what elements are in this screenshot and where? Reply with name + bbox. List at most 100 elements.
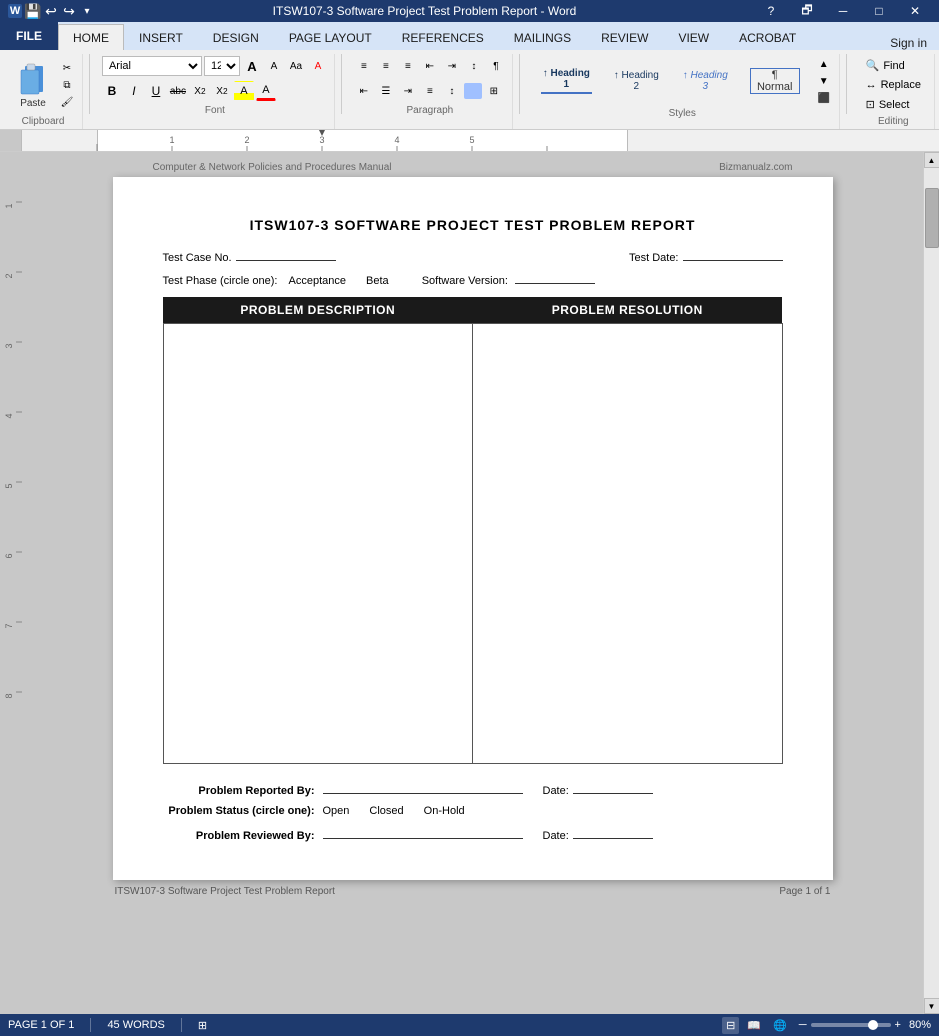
tab-review[interactable]: REVIEW	[586, 24, 663, 50]
status-bar: PAGE 1 OF 1 45 WORDS ⊞ ⊟ 📖 🌐 ─ + 80%	[0, 1014, 939, 1036]
scroll-thumb[interactable]	[925, 188, 939, 248]
line-spacing-button[interactable]: ↕	[442, 81, 462, 101]
font-family-select[interactable]: Arial	[102, 56, 202, 76]
problem-resolution-cell[interactable]	[473, 324, 783, 764]
styles-scroll-up[interactable]: ▲	[815, 56, 833, 72]
style-heading2[interactable]: ↑ Heading 2	[603, 67, 670, 95]
svg-text:4: 4	[4, 413, 14, 418]
problem-reviewed-line[interactable]	[323, 825, 523, 839]
font-color-button[interactable]: A	[256, 81, 276, 101]
zoom-control[interactable]: ─ + 80%	[799, 1019, 931, 1031]
print-layout-view-button[interactable]: ⊟	[722, 1017, 739, 1034]
paragraph-group: ≡ ≡ ≡ ⇤ ⇥ ↕ ¶ ⇤ ☰ ⇥ ≡ ↕ ⊞ Paragraph	[348, 54, 513, 129]
decrease-indent-button[interactable]: ⇤	[420, 56, 440, 76]
styles-scroll-down[interactable]: ▼	[815, 73, 833, 89]
zoom-slider[interactable]	[811, 1023, 891, 1027]
change-case-button[interactable]: Aa	[286, 56, 306, 76]
find-button[interactable]: 🔍 Find	[859, 56, 928, 75]
superscript-button[interactable]: X2	[212, 81, 232, 101]
shrink-font-button[interactable]: A	[264, 56, 284, 76]
increase-indent-button[interactable]: ⇥	[442, 56, 462, 76]
italic-button[interactable]: I	[124, 81, 144, 101]
tab-insert[interactable]: INSERT	[124, 24, 198, 50]
justify-button[interactable]: ≡	[420, 81, 440, 101]
close-button[interactable]: ✕	[899, 0, 931, 22]
copy-button[interactable]: ⧉	[58, 77, 76, 93]
multilevel-button[interactable]: ≡	[398, 56, 418, 76]
show-hide-button[interactable]: ¶	[486, 56, 506, 76]
strikethrough-button[interactable]: abc	[168, 81, 188, 101]
divider-2	[341, 54, 342, 114]
tab-mailings[interactable]: MAILINGS	[499, 24, 586, 50]
scroll-down-arrow[interactable]: ▼	[924, 998, 939, 1014]
doc-scroll-area[interactable]: Computer & Network Policies and Procedur…	[22, 152, 923, 1014]
bullets-button[interactable]: ≡	[354, 56, 374, 76]
sort-button[interactable]: ↕	[464, 56, 484, 76]
quick-save-icon[interactable]: 💾	[26, 4, 40, 18]
test-date-line[interactable]	[683, 247, 783, 261]
reported-date-line[interactable]	[573, 780, 653, 794]
shading-button[interactable]	[464, 83, 482, 99]
select-icon: ⊡	[866, 98, 875, 111]
quick-custom-icon[interactable]: ▾	[80, 4, 94, 18]
help-button[interactable]: ?	[755, 0, 787, 22]
underline-button[interactable]: U	[146, 81, 166, 101]
reviewed-date-line[interactable]	[573, 825, 653, 839]
quick-redo-icon[interactable]: ↪	[62, 4, 76, 18]
bold-button[interactable]: B	[102, 81, 122, 101]
font-label: Font	[205, 105, 225, 116]
borders-button[interactable]: ⊞	[484, 81, 504, 101]
cut-button[interactable]: ✂	[58, 60, 76, 76]
font-size-select[interactable]: 12	[204, 56, 240, 76]
status-options: Open Closed On-Hold	[323, 805, 465, 817]
scroll-up-arrow[interactable]: ▲	[924, 152, 939, 168]
page-footer-left: ITSW107-3 Software Project Test Problem …	[115, 886, 335, 897]
tab-view[interactable]: VIEW	[663, 24, 724, 50]
beta-option: Beta	[366, 275, 389, 287]
numbering-button[interactable]: ≡	[376, 56, 396, 76]
restore-down-button[interactable]: 🗗	[791, 0, 823, 22]
svg-text:1: 1	[169, 135, 174, 145]
select-button[interactable]: ⊡ Select	[859, 95, 928, 114]
tab-acrobat[interactable]: ACROBAT	[724, 24, 811, 50]
test-case-line[interactable]	[236, 247, 336, 261]
grow-font-button[interactable]: A	[242, 56, 262, 76]
tab-page-layout[interactable]: PAGE LAYOUT	[274, 24, 387, 50]
format-painter-button[interactable]: 🖌	[58, 94, 76, 110]
align-center-button[interactable]: ☰	[376, 81, 396, 101]
zoom-in-button[interactable]: +	[895, 1019, 901, 1031]
maximize-button[interactable]: □	[863, 0, 895, 22]
align-left-button[interactable]: ⇤	[354, 81, 374, 101]
style-heading3[interactable]: ↑ Heading 3	[672, 67, 739, 95]
styles-expand[interactable]: ⬛	[815, 90, 833, 106]
problem-reported-line[interactable]	[323, 780, 523, 794]
replace-button[interactable]: ↔ Replace	[859, 76, 928, 94]
ruler-main[interactable]: 1 2 3 4 5	[22, 130, 939, 151]
paste-button[interactable]: Paste	[10, 57, 56, 114]
align-right-button[interactable]: ⇥	[398, 81, 418, 101]
web-layout-button[interactable]: 🌐	[769, 1017, 791, 1034]
tab-home[interactable]: HOME	[58, 24, 124, 50]
tab-references[interactable]: REFERENCES	[387, 24, 499, 50]
window-title: ITSW107-3 Software Project Test Problem …	[273, 4, 577, 18]
tab-file[interactable]: FILE	[0, 22, 58, 50]
page-header-area: Computer & Network Policies and Procedur…	[113, 162, 833, 173]
scroll-track[interactable]	[924, 168, 939, 998]
read-mode-button[interactable]: 📖	[743, 1017, 765, 1034]
style-normal[interactable]: ¶ Normal	[741, 65, 809, 97]
clear-format-button[interactable]: A	[308, 56, 328, 76]
tab-design[interactable]: DESIGN	[198, 24, 274, 50]
subscript-button[interactable]: X2	[190, 81, 210, 101]
styles-gallery: ↑ Heading 1 ↑ Heading 2 ↑ Heading 3 ¶ No…	[532, 56, 833, 106]
problem-description-cell[interactable]	[163, 324, 473, 764]
minimize-button[interactable]: ─	[827, 0, 859, 22]
style-heading1[interactable]: ↑ Heading 1	[532, 65, 601, 97]
sign-in-link[interactable]: Sign in	[878, 36, 939, 50]
reported-date-field: Date:	[543, 780, 653, 797]
document-page[interactable]: ITSW107-3 SOFTWARE PROJECT TEST PROBLEM …	[113, 177, 833, 880]
software-version-line[interactable]	[515, 270, 595, 284]
quick-undo-icon[interactable]: ↩	[44, 4, 58, 18]
date-label-2: Date:	[543, 830, 569, 842]
zoom-out-button[interactable]: ─	[799, 1019, 807, 1031]
text-highlight-button[interactable]: A	[234, 81, 254, 101]
